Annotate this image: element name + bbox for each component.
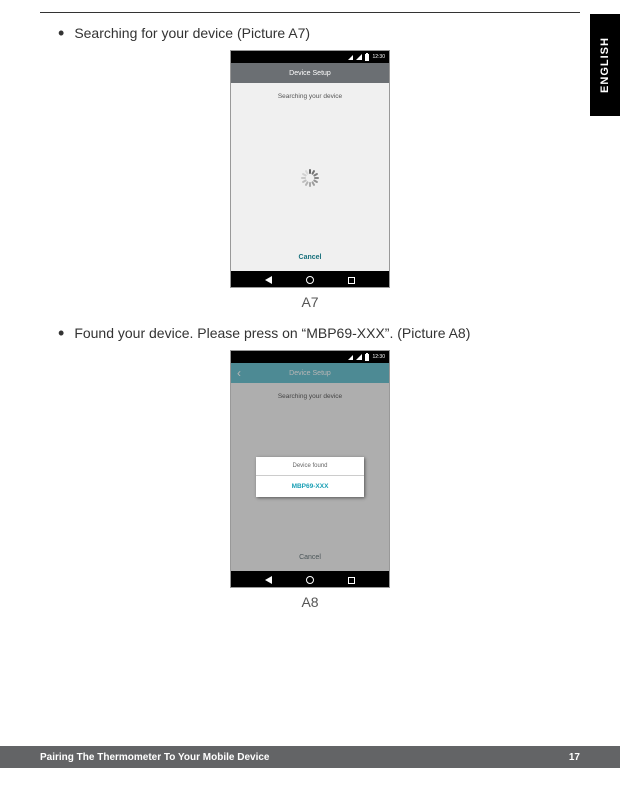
android-nav-bar	[231, 271, 389, 288]
cancel-button-a8[interactable]: Cancel	[231, 554, 389, 561]
bullet-a8-text: Found your device. Please press on “MBP6…	[74, 324, 470, 342]
dialog-device-item[interactable]: MBP69-XXX	[256, 476, 364, 497]
bullet-a8: • Found your device. Please press on “MB…	[52, 324, 568, 342]
dialog-title: Device found	[256, 457, 364, 476]
wifi-icon	[348, 355, 353, 360]
bullet-dot: •	[58, 24, 64, 42]
footer-title: Pairing The Thermometer To Your Mobile D…	[40, 752, 270, 763]
nav-recent-icon[interactable]	[348, 577, 355, 584]
bullet-a7-text: Searching for your device (Picture A7)	[74, 24, 310, 42]
phone-a7: 12:30 Device Setup Searching your device…	[230, 50, 390, 288]
nav-home-icon[interactable]	[306, 576, 314, 584]
battery-icon	[365, 54, 369, 61]
wifi-icon	[348, 55, 353, 60]
language-tab-label: ENGLISH	[599, 37, 611, 93]
figure-a7: 12:30 Device Setup Searching your device…	[52, 50, 568, 310]
app-header-a7: Device Setup	[231, 63, 389, 83]
nav-recent-icon[interactable]	[348, 277, 355, 284]
phone-body-a7: Searching your device Cancel	[231, 83, 389, 271]
caption-a7: A7	[301, 294, 318, 310]
app-header-title: Device Setup	[289, 70, 331, 77]
searching-text-a7: Searching your device	[231, 83, 389, 100]
status-bar: 12:30	[231, 351, 389, 363]
signal-icon	[356, 54, 362, 60]
cancel-button-a7[interactable]: Cancel	[231, 254, 389, 261]
status-time: 12:30	[372, 354, 385, 360]
main-content: • Searching for your device (Picture A7)…	[52, 24, 568, 624]
searching-text-a8: Searching your device	[231, 383, 389, 400]
device-found-dialog: Device found MBP69-XXX	[256, 457, 364, 497]
bullet-dot: •	[58, 324, 64, 342]
nav-home-icon[interactable]	[306, 276, 314, 284]
header-dimmer	[231, 363, 389, 383]
android-nav-bar	[231, 571, 389, 588]
nav-back-icon[interactable]	[265, 576, 272, 584]
footer-page-number: 17	[569, 752, 580, 763]
loading-spinner-icon	[301, 169, 319, 187]
caption-a8: A8	[301, 594, 318, 610]
top-rule	[40, 12, 580, 13]
phone-a8: 12:30 ‹ Device Setup Searching your devi…	[230, 350, 390, 588]
page-footer: Pairing The Thermometer To Your Mobile D…	[0, 746, 620, 768]
signal-icon	[356, 354, 362, 360]
bullet-a7: • Searching for your device (Picture A7)	[52, 24, 568, 42]
nav-back-icon[interactable]	[265, 276, 272, 284]
phone-body-a8: Searching your device Device found MBP69…	[231, 383, 389, 571]
status-bar: 12:30	[231, 51, 389, 63]
language-tab: ENGLISH	[590, 14, 620, 116]
battery-icon	[365, 354, 369, 361]
figure-a8: 12:30 ‹ Device Setup Searching your devi…	[52, 350, 568, 610]
status-time: 12:30	[372, 54, 385, 60]
